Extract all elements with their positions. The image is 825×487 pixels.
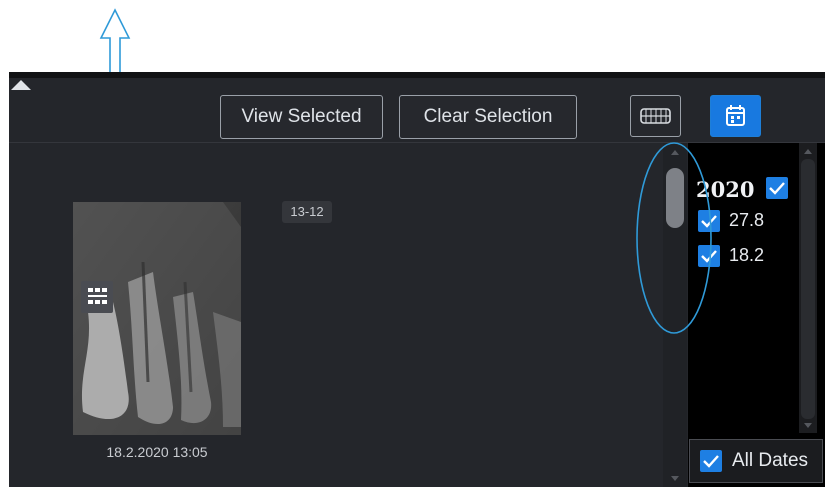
year-checkbox[interactable] [766, 177, 788, 199]
thumbnail-area: 18.2.2020 13:05 13-12 2020 27.8 18.2 All… [9, 143, 825, 487]
xray-image [73, 202, 241, 435]
date-checkbox[interactable] [698, 210, 720, 232]
thumbnail-caption: 18.2.2020 13:05 [106, 444, 208, 460]
all-dates-checkbox[interactable] [700, 450, 722, 472]
dentition-button[interactable] [630, 95, 681, 137]
scroll-down-arrow-icon[interactable] [804, 423, 812, 428]
scroll-down-arrow-icon[interactable] [671, 476, 679, 481]
date-item-label: 18.2 [729, 245, 765, 265]
scroll-up-arrow-icon[interactable] [804, 149, 812, 154]
thumbnail-scrollbar-thumb[interactable] [666, 168, 684, 228]
calendar-icon [726, 105, 745, 126]
date-checkbox[interactable] [698, 245, 720, 267]
grid-icon [81, 281, 113, 313]
clear-selection-button[interactable]: Clear Selection [399, 95, 577, 139]
year-label: 2020 [696, 177, 755, 202]
all-dates-label: All Dates [732, 450, 809, 471]
tooth-number-tag: 13-12 [282, 201, 332, 223]
calendar-filter-button[interactable] [710, 95, 761, 137]
toolbar: View Selected Clear Selection [9, 78, 825, 143]
chevron-up-icon[interactable] [9, 78, 33, 92]
image-browser-panel: View Selected Clear Selection 18.2.2020 … [9, 72, 825, 487]
date-filter-panel: 2020 27.8 18.2 All Dates [688, 143, 825, 487]
dentition-icon [640, 108, 671, 124]
all-dates-toggle[interactable]: All Dates [689, 439, 823, 483]
scroll-up-arrow-icon[interactable] [671, 150, 679, 155]
xray-thumbnail[interactable] [73, 202, 241, 435]
date-item-label: 27.8 [729, 210, 765, 230]
view-selected-button[interactable]: View Selected [220, 95, 383, 139]
date-list-scrollbar-thumb[interactable] [801, 159, 815, 419]
